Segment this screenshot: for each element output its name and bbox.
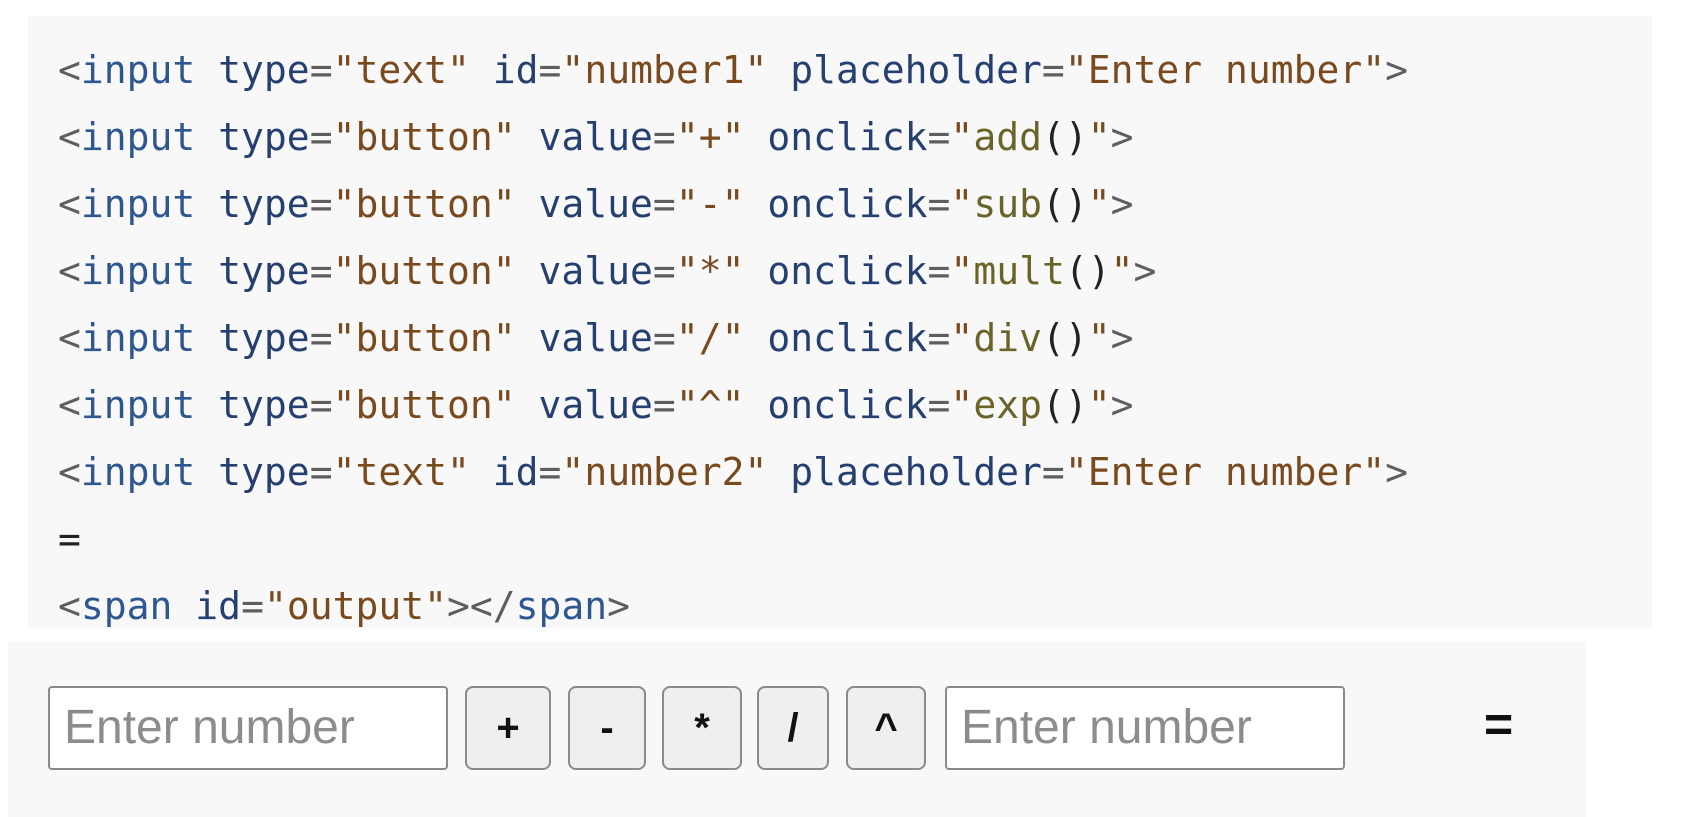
equals-sign: = bbox=[1484, 696, 1514, 752]
code-string: button bbox=[355, 383, 493, 427]
code-string: Enter number bbox=[1087, 450, 1363, 494]
code-plain-text: = bbox=[58, 517, 81, 561]
code-attr: value bbox=[538, 383, 653, 427]
code-function: div bbox=[973, 316, 1042, 360]
code-line: <input type="text" id="number1" placehol… bbox=[58, 48, 1409, 92]
code-line: <input type="button" value="*" onclick="… bbox=[58, 249, 1157, 293]
code-attr: id bbox=[195, 584, 242, 628]
code-line: <input type="button" value="/" onclick="… bbox=[58, 316, 1134, 360]
code-tag: input bbox=[80, 249, 196, 293]
code-string: number2 bbox=[584, 450, 745, 494]
number1-input[interactable]: Enter number bbox=[48, 686, 448, 770]
code-string: text bbox=[355, 48, 447, 92]
code-attr: type bbox=[218, 48, 310, 92]
code-string: - bbox=[698, 182, 722, 226]
code-string: text bbox=[355, 450, 447, 494]
code-function: add bbox=[973, 115, 1042, 159]
code-function: exp bbox=[973, 383, 1042, 427]
number2-input[interactable]: Enter number bbox=[945, 686, 1345, 770]
code-string: number1 bbox=[584, 48, 745, 92]
multiply-button[interactable]: * bbox=[662, 686, 742, 770]
code-string: ^ bbox=[698, 383, 722, 427]
code-tag: input bbox=[80, 383, 196, 427]
code-attr: placeholder bbox=[790, 450, 1042, 494]
code-attr: type bbox=[218, 115, 310, 159]
code-attr: value bbox=[538, 182, 653, 226]
code-attr: type bbox=[218, 383, 310, 427]
code-line: <input type="button" value="+" onclick="… bbox=[58, 115, 1134, 159]
code-tag: input bbox=[80, 316, 196, 360]
code-attr: value bbox=[538, 249, 653, 293]
code-attr: id bbox=[492, 450, 539, 494]
code-attr: onclick bbox=[767, 316, 928, 360]
code-string: Enter number bbox=[1087, 48, 1363, 92]
divide-button[interactable]: / bbox=[757, 686, 829, 770]
code-attr: onclick bbox=[767, 249, 928, 293]
code-string: / bbox=[698, 316, 722, 360]
code-string: output bbox=[286, 584, 425, 628]
code-attr: id bbox=[492, 48, 539, 92]
code-punct: < bbox=[58, 48, 81, 92]
code-tag: input bbox=[80, 48, 196, 92]
code-string: * bbox=[698, 249, 722, 293]
code-line: <input type="text" id="number2" placehol… bbox=[58, 450, 1409, 494]
rendered-preview: Enter number + - * / ^ Enter number = bbox=[8, 642, 1586, 817]
code-block: <input type="text" id="number1" placehol… bbox=[28, 16, 1652, 628]
code-line: = bbox=[58, 517, 1652, 584]
code-attr: type bbox=[218, 249, 310, 293]
code-tag: span bbox=[515, 584, 608, 628]
code-attr: onclick bbox=[767, 383, 928, 427]
code-attr: type bbox=[218, 316, 310, 360]
code-tag: input bbox=[80, 450, 196, 494]
code-string: + bbox=[698, 115, 722, 159]
code-line: <input type="button" value="^" onclick="… bbox=[58, 383, 1134, 427]
code-tag: input bbox=[80, 182, 196, 226]
subtract-button[interactable]: - bbox=[568, 686, 646, 770]
code-attr: onclick bbox=[767, 115, 928, 159]
code-attr: onclick bbox=[767, 182, 928, 226]
exponent-button[interactable]: ^ bbox=[846, 686, 926, 770]
code-string: button bbox=[355, 249, 493, 293]
code-attr: value bbox=[538, 115, 653, 159]
code-attr: type bbox=[218, 182, 310, 226]
code-function: mult bbox=[973, 249, 1065, 293]
code-function: sub bbox=[973, 182, 1042, 226]
code-string: button bbox=[355, 316, 493, 360]
code-line: <span id="output"></span> bbox=[58, 584, 631, 628]
code-attr: value bbox=[538, 316, 653, 360]
code-attr: type bbox=[218, 450, 310, 494]
code-string: button bbox=[355, 182, 493, 226]
code-attr: placeholder bbox=[790, 48, 1042, 92]
code-line: <input type="button" value="-" onclick="… bbox=[58, 182, 1134, 226]
code-string: button bbox=[355, 115, 493, 159]
add-button[interactable]: + bbox=[465, 686, 551, 770]
code-tag: input bbox=[80, 115, 196, 159]
code-tag: span bbox=[80, 584, 173, 628]
